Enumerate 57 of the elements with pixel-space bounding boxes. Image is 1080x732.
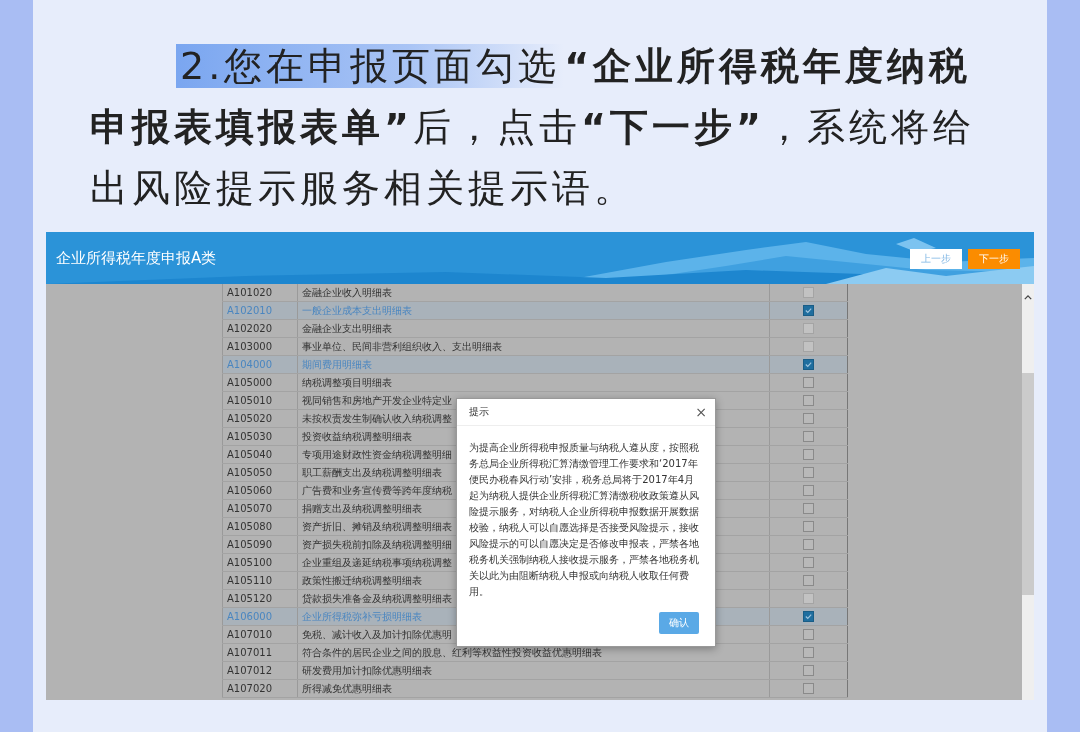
checkbox[interactable] <box>803 665 814 676</box>
checkbox[interactable] <box>803 305 814 316</box>
table-cell: A105060 <box>222 482 298 499</box>
checkbox[interactable] <box>803 449 814 460</box>
back-button[interactable]: 上一步 <box>910 249 962 269</box>
checkbox[interactable] <box>803 539 814 550</box>
table-cell: A107011 <box>222 644 298 661</box>
app-title: 企业所得税年度申报A类 <box>56 248 217 268</box>
checkbox[interactable] <box>803 629 814 640</box>
table-cell: A105110 <box>222 572 298 589</box>
table-cell: A105120 <box>222 590 298 607</box>
checkbox[interactable] <box>803 647 814 658</box>
table-cell: A105070 <box>222 500 298 517</box>
table-cell: 金融企业收入明细表 <box>298 284 770 301</box>
table-cell: A105100 <box>222 554 298 571</box>
table-cell: A103000 <box>222 338 298 355</box>
table-cell: A101020 <box>222 284 298 301</box>
table-cell: A104000 <box>222 356 298 373</box>
checkbox[interactable] <box>803 467 814 478</box>
table-cell: 金融企业支出明细表 <box>298 320 770 337</box>
table-cell: A102010 <box>222 302 298 319</box>
table-cell: A102020 <box>222 320 298 337</box>
table-cell: 事业单位、民间非营利组织收入、支出明细表 <box>298 338 770 355</box>
checkbox[interactable] <box>803 395 814 406</box>
table-cell: 纳税调整项目明细表 <box>298 374 770 391</box>
checkbox[interactable] <box>803 557 814 568</box>
table-cell: A107020 <box>222 680 298 697</box>
table-cell: 期间费用明细表 <box>298 356 770 373</box>
table-cell: A107010 <box>222 626 298 643</box>
next-button[interactable]: 下一步 <box>968 249 1020 269</box>
checkbox[interactable] <box>803 359 814 370</box>
table-cell: 所得减免优惠明细表 <box>298 680 770 697</box>
confirm-button[interactable]: 确认 <box>659 612 699 634</box>
checkbox[interactable] <box>803 485 814 496</box>
table-cell: A105030 <box>222 428 298 445</box>
table-cell: A105040 <box>222 446 298 463</box>
checkbox[interactable] <box>803 575 814 586</box>
table-cell: 研发费用加计扣除优惠明细表 <box>298 662 770 679</box>
checkbox[interactable] <box>803 683 814 694</box>
table-cell: A106000 <box>222 608 298 625</box>
table-cell: A105010 <box>222 392 298 409</box>
scrollbar[interactable] <box>1022 284 1034 700</box>
scroll-thumb[interactable] <box>1022 373 1034 595</box>
table-cell: A107012 <box>222 662 298 679</box>
table-cell: A105000 <box>222 374 298 391</box>
table-cell: A105090 <box>222 536 298 553</box>
scroll-up-icon[interactable] <box>1024 295 1032 300</box>
instruction-text: 2.您在申报页面勾选“企业所得税年度纳税申报表填报表单”后，点击“下一步”，系统将给出风险提示服务相关提示语。 <box>89 43 976 212</box>
table-cell: A105080 <box>222 518 298 535</box>
checkbox[interactable] <box>803 413 814 424</box>
checkbox[interactable] <box>803 377 814 388</box>
table-cell: A105050 <box>222 464 298 481</box>
checkbox[interactable] <box>803 503 814 514</box>
checkbox[interactable] <box>803 431 814 442</box>
table-cell: A105020 <box>222 410 298 427</box>
checkbox[interactable] <box>803 611 814 622</box>
checkbox[interactable] <box>803 521 814 532</box>
